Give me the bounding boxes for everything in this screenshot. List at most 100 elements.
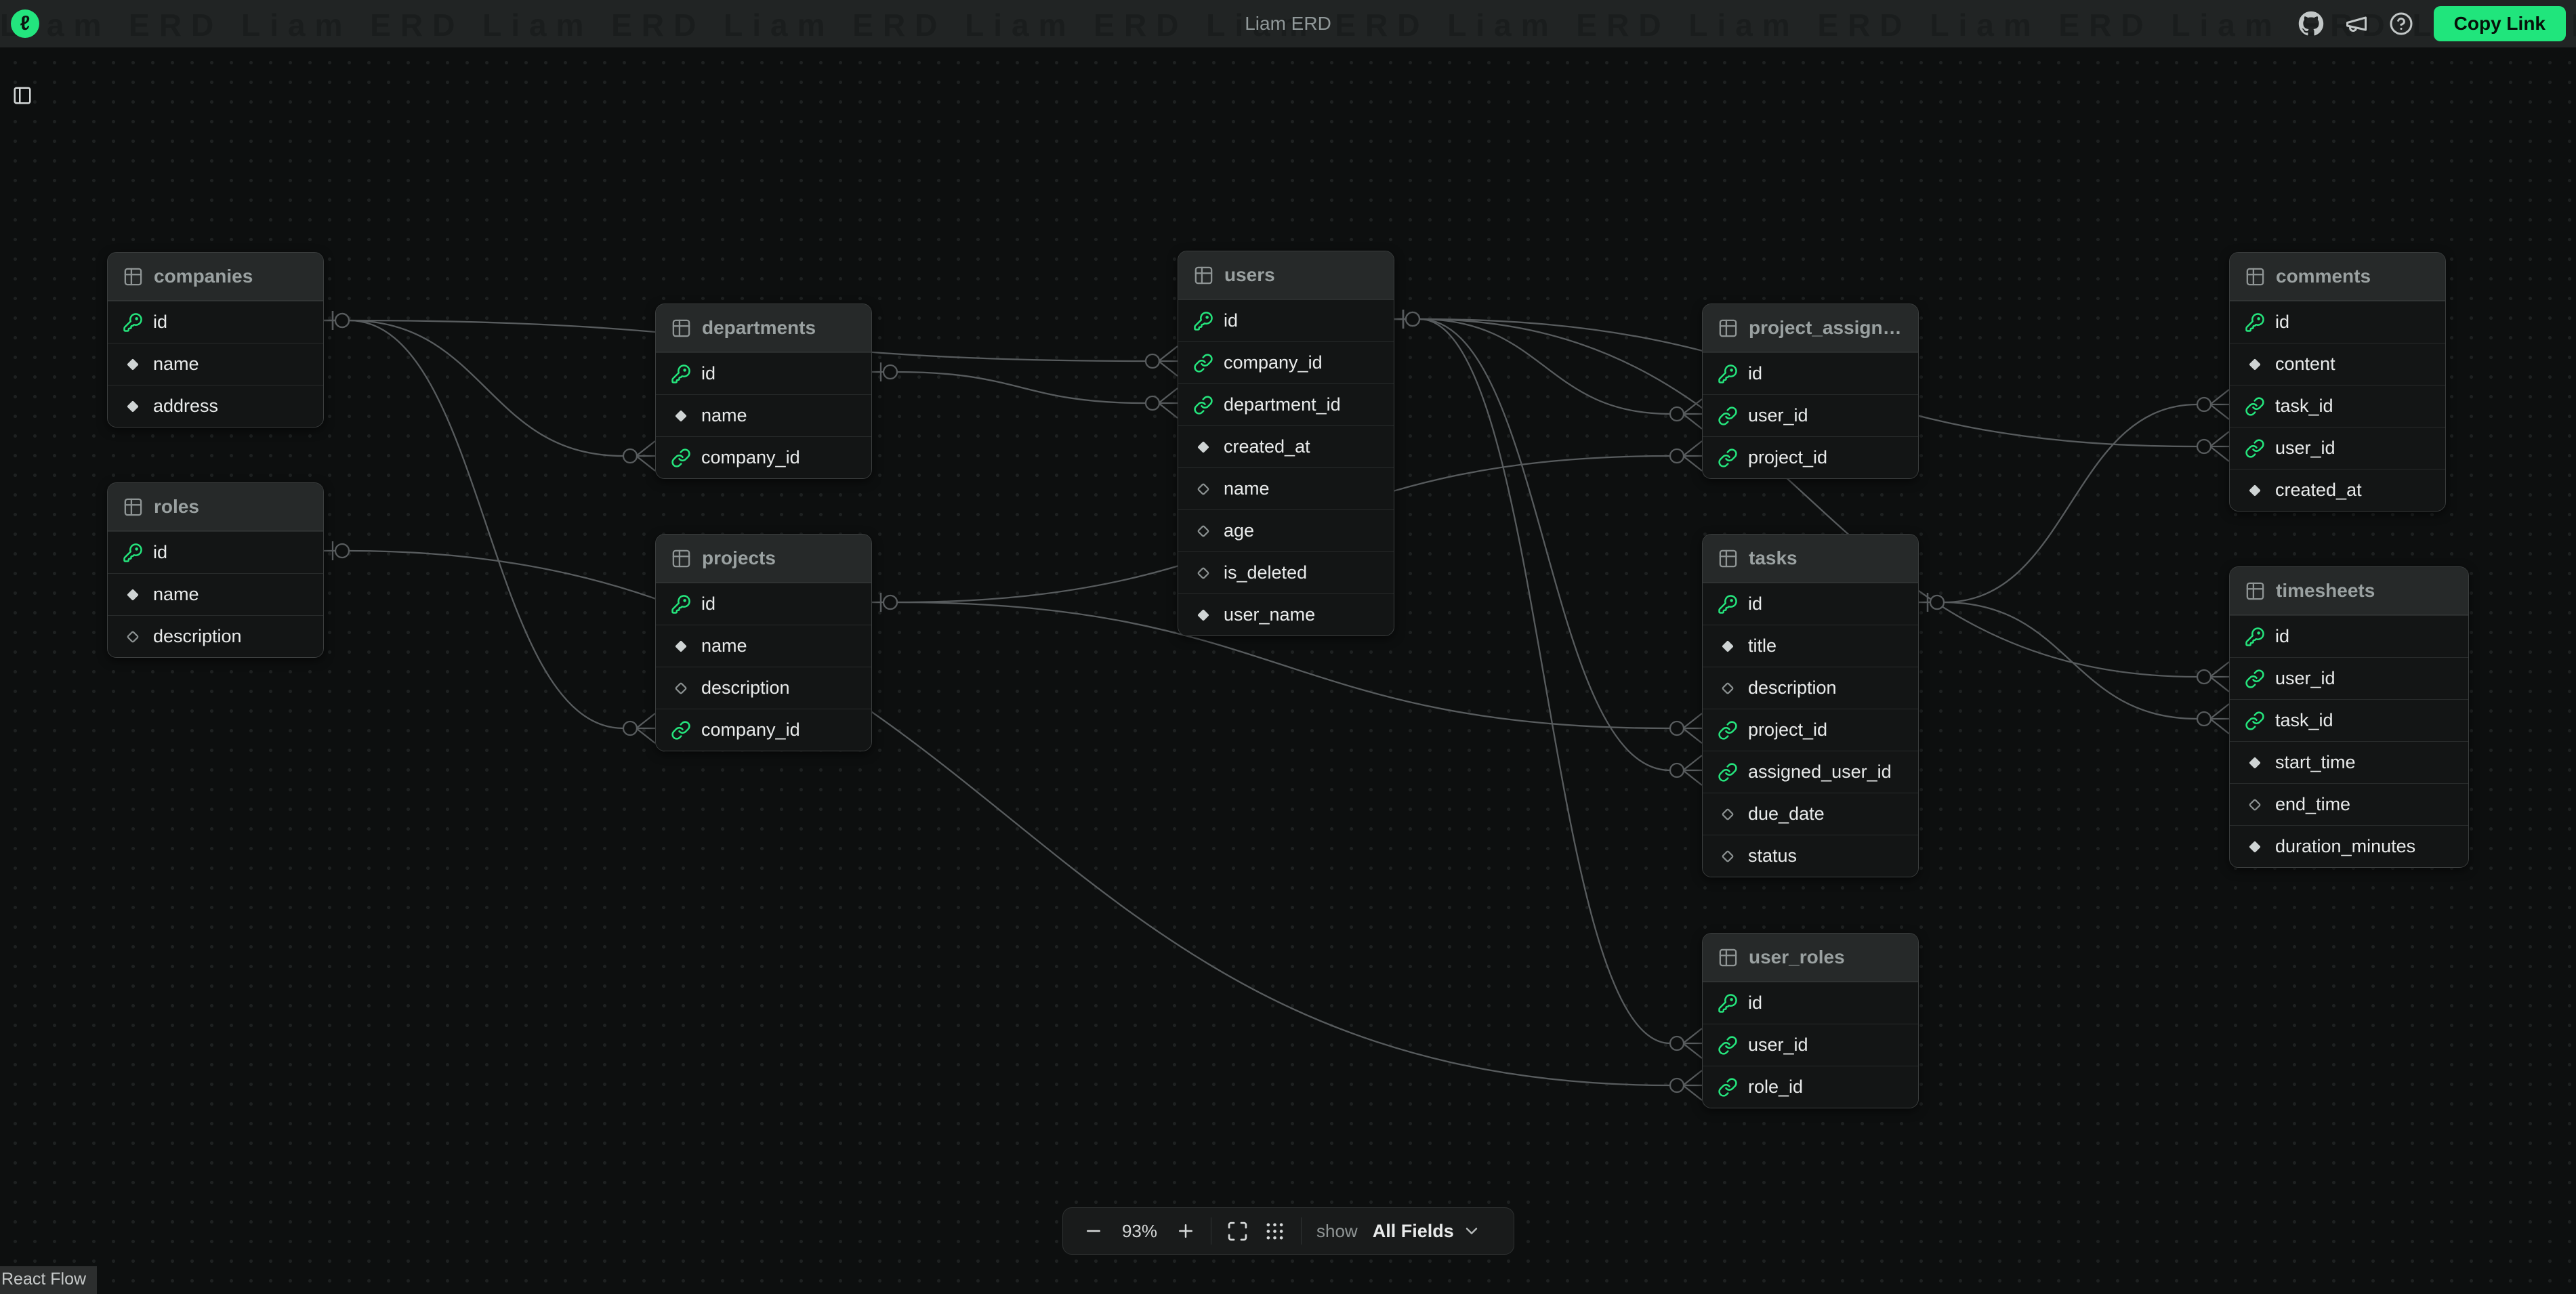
table-header-users[interactable]: users <box>1178 251 1394 299</box>
table-node-projects[interactable]: projectsidnamedescriptioncompany_id <box>655 534 872 751</box>
fit-view-button[interactable] <box>1226 1220 1249 1243</box>
table-node-companies[interactable]: companiesidnameaddress <box>107 252 324 427</box>
help-button[interactable] <box>2389 12 2413 36</box>
column-row-project_assignments-user_id[interactable]: user_id <box>1703 394 1918 436</box>
column-row-tasks-project_id[interactable]: project_id <box>1703 709 1918 751</box>
column-row-tasks-description[interactable]: description <box>1703 667 1918 709</box>
column-row-roles-description[interactable]: description <box>108 615 323 657</box>
primary-key-icon <box>123 543 143 563</box>
column-row-comments-user_id[interactable]: user_id <box>2230 427 2445 469</box>
table-name: user_roles <box>1749 946 1845 968</box>
column-row-timesheets-end_time[interactable]: end_time <box>2230 783 2468 825</box>
nullable-icon <box>671 678 691 698</box>
column-row-user_roles-role_id[interactable]: role_id <box>1703 1066 1918 1108</box>
column-row-tasks-due_date[interactable]: due_date <box>1703 793 1918 835</box>
table-name: comments <box>2276 266 2371 287</box>
column-row-projects-company_id[interactable]: company_id <box>656 709 871 751</box>
liam-erd-app: companiesidnameaddressrolesidnamedescrip… <box>0 0 2576 1294</box>
column-icon <box>1718 636 1738 656</box>
column-row-project_assignments-id[interactable]: id <box>1703 352 1918 394</box>
column-row-departments-id[interactable]: id <box>656 352 871 394</box>
not-null-icon <box>1193 605 1213 625</box>
column-row-companies-name[interactable]: name <box>108 343 323 385</box>
feedback-button[interactable] <box>2344 12 2369 36</box>
relationship-edge-companies-projects <box>324 311 655 743</box>
table-header-timesheets[interactable]: timesheets <box>2230 567 2468 615</box>
table-header-projects[interactable]: projects <box>656 535 871 583</box>
column-row-users-age[interactable]: age <box>1178 509 1394 551</box>
column-row-projects-name[interactable]: name <box>656 625 871 667</box>
column-name: user_id <box>2275 668 2335 689</box>
column-row-roles-name[interactable]: name <box>108 573 323 615</box>
column-row-timesheets-start_time[interactable]: start_time <box>2230 741 2468 783</box>
foreign-key-icon <box>1718 406 1738 426</box>
column-row-timesheets-duration_minutes[interactable]: duration_minutes <box>2230 825 2468 867</box>
column-row-departments-company_id[interactable]: company_id <box>656 436 871 478</box>
table-node-comments[interactable]: comments idcontenttask_iduser_idcreated_a… <box>2229 252 2446 512</box>
nullable-icon <box>1718 804 1738 825</box>
column-row-comments-content[interactable]: content <box>2230 343 2445 385</box>
not-null-icon <box>2245 354 2265 375</box>
column-icon <box>1718 762 1738 782</box>
column-row-users-is_deleted[interactable]: is_deleted <box>1178 551 1394 593</box>
column-row-companies-address[interactable]: address <box>108 385 323 427</box>
field-filter-dropdown[interactable]: All Fields <box>1373 1221 1481 1242</box>
table-header-departments[interactable]: departments <box>656 304 871 352</box>
column-name: name <box>153 584 199 605</box>
github-button[interactable] <box>2298 11 2324 37</box>
table-header-companies[interactable]: companies <box>108 253 323 301</box>
column-row-projects-description[interactable]: description <box>656 667 871 709</box>
table-node-departments[interactable]: departmentsidnamecompany_id <box>655 304 872 479</box>
column-row-users-company_id[interactable]: company_id <box>1178 341 1394 383</box>
column-row-user_roles-user_id[interactable]: user_id <box>1703 1024 1918 1066</box>
tidy-up-button[interactable] <box>1264 1220 1286 1243</box>
table-node-roles[interactable]: roles id name description <box>107 482 324 658</box>
react-flow-attribution[interactable]: React Flow <box>0 1266 97 1294</box>
table-node-users[interactable]: usersidcompany_iddepartment_idcreated_at… <box>1178 251 1394 636</box>
sidebar-toggle-button[interactable] <box>11 84 34 109</box>
column-row-roles-id[interactable]: id <box>108 531 323 573</box>
column-row-comments-id[interactable]: id <box>2230 301 2445 343</box>
primary-key-icon <box>1718 364 1738 384</box>
column-row-companies-id[interactable]: id <box>108 301 323 343</box>
column-row-comments-created_at[interactable]: created_at <box>2230 469 2445 511</box>
liam-logo: ℓ <box>11 9 39 38</box>
table-node-user_roles[interactable]: user_rolesiduser_idrole_id <box>1702 933 1919 1108</box>
column-row-comments-task_id[interactable]: task_id <box>2230 385 2445 427</box>
table-node-timesheets[interactable]: timesheets id user_id task_idstart_timeend_… <box>2229 566 2469 868</box>
nullable-icon <box>1193 479 1213 499</box>
column-row-tasks-title[interactable]: title <box>1703 625 1918 667</box>
column-icon <box>1718 846 1738 867</box>
table-node-tasks[interactable]: tasksidtitledescriptionproject_idassigne… <box>1702 534 1919 877</box>
column-row-tasks-status[interactable]: status <box>1703 835 1918 877</box>
column-row-timesheets-user_id[interactable]: user_id <box>2230 657 2468 699</box>
column-row-users-user_name[interactable]: user_name <box>1178 593 1394 635</box>
column-row-user_roles-id[interactable]: id <box>1703 982 1918 1024</box>
column-row-project_assignments-project_id[interactable]: project_id <box>1703 436 1918 478</box>
column-row-projects-id[interactable]: id <box>656 583 871 625</box>
column-row-timesheets-task_id[interactable]: task_id <box>2230 699 2468 741</box>
column-icon <box>2245 438 2265 459</box>
column-row-tasks-assigned_user_id[interactable]: assigned_user_id <box>1703 751 1918 793</box>
column-row-users-id[interactable]: id <box>1178 299 1394 341</box>
zoom-out-button[interactable] <box>1083 1221 1104 1241</box>
column-row-users-created_at[interactable]: created_at <box>1178 425 1394 467</box>
column-name: id <box>153 542 167 563</box>
nullable-icon <box>1718 846 1738 867</box>
column-row-departments-name[interactable]: name <box>656 394 871 436</box>
table-node-project_assignments[interactable]: project_assignmentsiduser_idproject_id <box>1702 304 1919 479</box>
column-name: id <box>2275 626 2289 647</box>
column-row-tasks-id[interactable]: id <box>1703 583 1918 625</box>
table-icon <box>671 548 692 569</box>
column-row-timesheets-id[interactable]: id <box>2230 615 2468 657</box>
table-header-comments[interactable]: comments <box>2230 253 2445 301</box>
copy-link-button[interactable]: Copy Link <box>2434 6 2566 41</box>
table-header-project_assignments[interactable]: project_assignments <box>1703 304 1918 352</box>
column-row-users-name[interactable]: name <box>1178 467 1394 509</box>
column-icon <box>1718 720 1738 740</box>
table-header-roles[interactable]: roles <box>108 483 323 531</box>
table-header-tasks[interactable]: tasks <box>1703 535 1918 583</box>
zoom-in-button[interactable] <box>1176 1221 1196 1241</box>
column-row-users-department_id[interactable]: department_id <box>1178 383 1394 425</box>
table-header-user_roles[interactable]: user_roles <box>1703 934 1918 982</box>
